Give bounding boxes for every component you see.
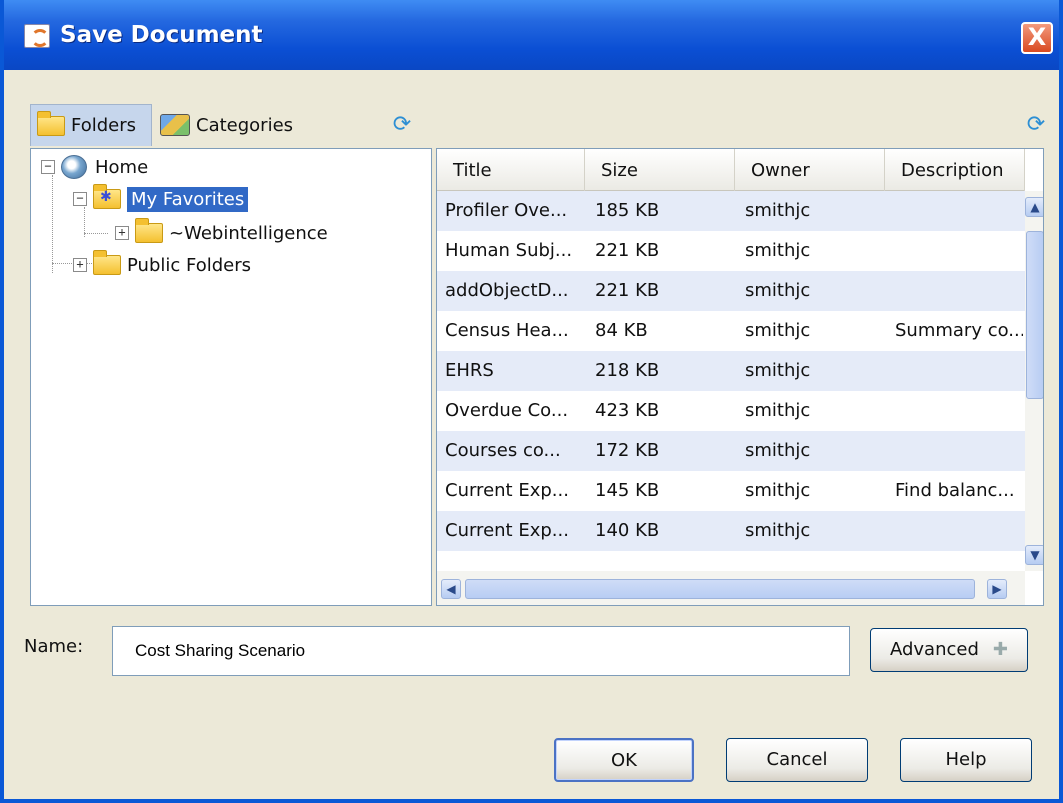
table-row[interactable]: Profiler Ove... 185 KB smithjc [437, 191, 1025, 231]
refresh-list-icon[interactable]: ⟳ [1024, 114, 1048, 136]
cell-title: Courses co... [445, 440, 561, 461]
cell-size: 221 KB [595, 280, 660, 301]
collapse-icon[interactable]: − [73, 192, 87, 206]
advanced-button[interactable]: Advanced ✚ [870, 628, 1028, 672]
table-row[interactable]: EHRS 218 KB smithjc [437, 351, 1025, 391]
cell-size: 84 KB [595, 320, 648, 341]
cell-size: 172 KB [595, 440, 660, 461]
cell-owner: smithjc [745, 240, 811, 261]
column-owner[interactable]: Owner [735, 149, 885, 191]
cell-description [895, 271, 1023, 311]
horizontal-scroll-thumb[interactable] [465, 579, 975, 599]
plus-icon: ✚ [992, 639, 1008, 660]
tree-item-home[interactable]: − Home [41, 151, 148, 183]
window-title: Save Document [60, 22, 263, 48]
tree-item-webintelligence[interactable]: + ~Webintelligence [115, 217, 328, 249]
cell-size: 218 KB [595, 360, 660, 381]
cancel-button[interactable]: Cancel [726, 738, 868, 782]
cell-description: Summary co... [895, 320, 1023, 341]
cell-size: 145 KB [595, 480, 660, 501]
document-list: Title Size Owner Description Profiler Ov… [436, 148, 1044, 606]
table-row[interactable]: Human Subj... 221 KB smithjc [437, 231, 1025, 271]
name-input[interactable] [112, 626, 850, 676]
tree-item-label: Home [95, 156, 149, 178]
table-row[interactable]: addObjectD... 221 KB smithjc [437, 271, 1025, 311]
table-row[interactable]: Courses co... 172 KB smithjc [437, 431, 1025, 471]
horizontal-scrollbar[interactable]: ◀ ▶ [437, 571, 1025, 605]
cell-owner: smithjc [745, 480, 811, 501]
cell-owner: smithjc [745, 200, 811, 221]
cell-size: 140 KB [595, 520, 660, 541]
column-description[interactable]: Description [885, 149, 1025, 191]
cell-owner: smithjc [745, 440, 811, 461]
tab-folders[interactable]: Folders [30, 104, 152, 146]
cell-owner: smithjc [745, 320, 811, 341]
cell-description [895, 391, 1023, 431]
tree-item-label: My Favorites [127, 186, 249, 212]
cell-owner: smithjc [745, 520, 811, 541]
cell-owner: smithjc [745, 360, 811, 381]
tab-folders-label: Folders [71, 115, 137, 136]
cell-title: Profiler Ove... [445, 200, 568, 221]
column-size[interactable]: Size [585, 149, 735, 191]
expand-icon[interactable]: + [115, 226, 129, 240]
scroll-up-icon[interactable]: ▲ [1025, 197, 1043, 217]
tree-item-label: Public Folders [127, 254, 251, 276]
table-row[interactable]: Current Exp... 145 KB smithjc Find balanc..… [437, 471, 1025, 511]
table-row[interactable]: Overdue Co... 423 KB smithjc [437, 391, 1025, 431]
home-globe-icon [61, 155, 87, 179]
table-header: Title Size Owner Description [437, 149, 1025, 191]
java-app-icon [24, 24, 50, 48]
tab-categories[interactable]: Categories [154, 104, 314, 146]
scroll-right-icon[interactable]: ▶ [987, 579, 1007, 599]
close-button[interactable]: X [1021, 22, 1053, 54]
folder-icon [93, 250, 121, 275]
cell-description [895, 191, 1023, 231]
cell-size: 423 KB [595, 400, 660, 421]
cell-description [895, 511, 1023, 551]
table-row[interactable]: Current Exp... 140 KB smithjc [437, 511, 1025, 551]
help-button[interactable]: Help [900, 738, 1032, 782]
tree-item-public-folders[interactable]: + Public Folders [73, 249, 251, 281]
cell-title: addObjectD... [445, 280, 569, 301]
cell-title: Human Subj... [445, 240, 573, 261]
folder-icon [37, 110, 65, 136]
tree-item-label: ~Webintelligence [169, 222, 328, 244]
cell-description [895, 231, 1023, 271]
folder-icon [135, 218, 163, 243]
cell-title: Current Exp... [445, 520, 569, 541]
ok-button[interactable]: OK [554, 738, 694, 782]
cell-owner: smithjc [745, 280, 811, 301]
title-bar[interactable]: Save Document X [4, 0, 1059, 70]
cell-title: EHRS [445, 360, 494, 381]
cell-title: Census Hea... [445, 320, 569, 341]
scroll-left-icon[interactable]: ◀ [441, 579, 461, 599]
table-body: Profiler Ove... 185 KB smithjc Human Subj..… [437, 191, 1025, 571]
column-title[interactable]: Title [437, 149, 585, 191]
advanced-button-label: Advanced [889, 639, 979, 660]
table-row[interactable]: Census Hea... 84 KB smithjc Summary co... [437, 311, 1025, 351]
cell-description [895, 351, 1023, 391]
cell-size: 221 KB [595, 240, 660, 261]
cell-title: Current Exp... [445, 480, 569, 501]
cell-size: 185 KB [595, 200, 660, 221]
categories-icon [160, 114, 190, 136]
refresh-tree-icon[interactable]: ⟳ [390, 114, 414, 136]
favorites-folder-icon [93, 184, 121, 209]
vertical-scroll-thumb[interactable] [1026, 231, 1043, 399]
cell-description [895, 431, 1023, 471]
cell-title: Overdue Co... [445, 400, 569, 421]
cell-description: Find balanc... [895, 480, 1015, 501]
collapse-icon[interactable]: − [41, 160, 55, 174]
name-label: Name: [24, 636, 84, 657]
folder-tree: − Home − My Favorites + ~Webintelligence… [30, 148, 432, 606]
scroll-down-icon[interactable]: ▼ [1025, 545, 1043, 565]
cell-owner: smithjc [745, 400, 811, 421]
expand-icon[interactable]: + [73, 258, 87, 272]
tree-item-my-favorites[interactable]: − My Favorites [73, 183, 249, 215]
tab-categories-label: Categories [196, 114, 294, 136]
save-document-dialog: Save Document X Folders Categories ⟳ ⟳ −… [0, 0, 1063, 803]
vertical-scrollbar[interactable]: ▲ ▼ [1025, 191, 1043, 571]
